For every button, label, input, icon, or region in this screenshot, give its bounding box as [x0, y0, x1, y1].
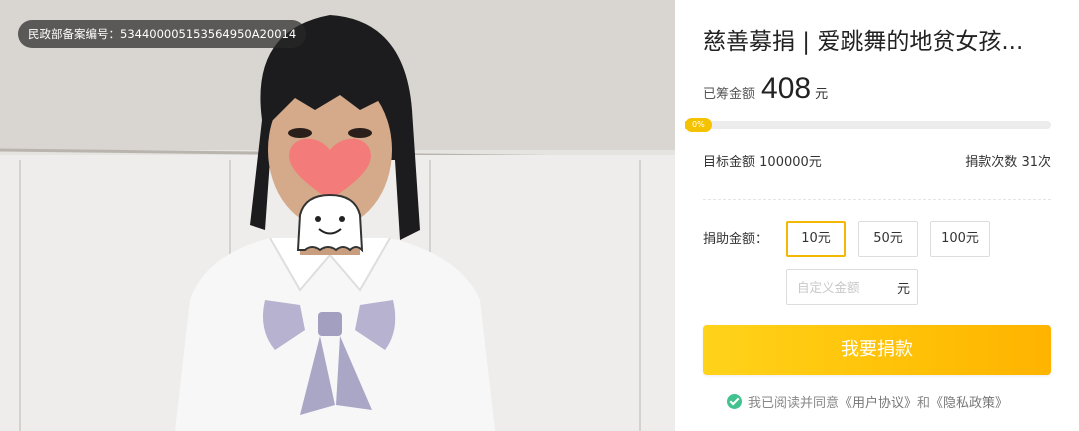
donation-panel: 慈善募捐 | 爱跳舞的地贫女孩... 已筹金额 408 元 0% 目标金额 10… — [675, 0, 1079, 431]
custom-amount-unit: 元 — [897, 281, 911, 297]
custom-amount-input[interactable] — [797, 279, 893, 295]
count-value: 31次 — [1021, 155, 1051, 170]
raised-unit: 元 — [815, 87, 829, 102]
custom-amount-field: 元 — [786, 269, 918, 305]
target-value: 100000元 — [759, 155, 822, 170]
count-label: 捐款次数 — [965, 155, 1018, 170]
divider — [703, 199, 1051, 200]
donate-amount-label: 捐助金额： — [703, 232, 769, 247]
stats-row: 目标金额 100000元 捐款次数 31次 — [703, 151, 1051, 170]
target-label: 目标金额 — [703, 155, 756, 170]
donate-button[interactable]: 我要捐款 — [703, 325, 1051, 375]
user-agreement-link[interactable]: 《用户协议》 — [839, 392, 917, 411]
progress-bar: 0% — [685, 118, 1051, 132]
agreement-and: 和 — [917, 396, 931, 411]
raised-amount-row: 已筹金额 408 元 — [703, 72, 828, 108]
progress-percent: 0% — [685, 118, 712, 132]
amount-option-100[interactable]: 100元 — [930, 221, 990, 257]
target-amount: 目标金额 100000元 — [703, 151, 822, 170]
registration-label: 民政部备案编号： — [28, 27, 120, 41]
registration-number: 534400005153564950A20014 — [120, 27, 297, 41]
amount-option-50[interactable]: 50元 — [858, 221, 918, 257]
project-title[interactable]: 慈善募捐 | 爱跳舞的地贫女孩... — [703, 22, 1059, 56]
privacy-policy-link[interactable]: 《隐私政策》 — [930, 392, 1008, 411]
amount-option-10[interactable]: 10元 — [786, 221, 846, 257]
registration-badge: 民政部备案编号：534400005153564950A20014 — [18, 20, 307, 48]
agreement-prefix: 我已阅读并同意 — [748, 396, 840, 411]
raised-label: 已筹金额 — [703, 87, 756, 102]
donation-count: 捐款次数 31次 — [965, 151, 1051, 170]
check-circle-icon[interactable] — [727, 394, 742, 409]
raised-amount: 408 — [761, 72, 812, 105]
agreement-row: 我已阅读并同意 《用户协议》 和 《隐私政策》 — [727, 392, 1008, 411]
girl-photo-illustration — [0, 0, 675, 431]
project-photo: 民政部备案编号：534400005153564950A20014 — [0, 0, 675, 431]
